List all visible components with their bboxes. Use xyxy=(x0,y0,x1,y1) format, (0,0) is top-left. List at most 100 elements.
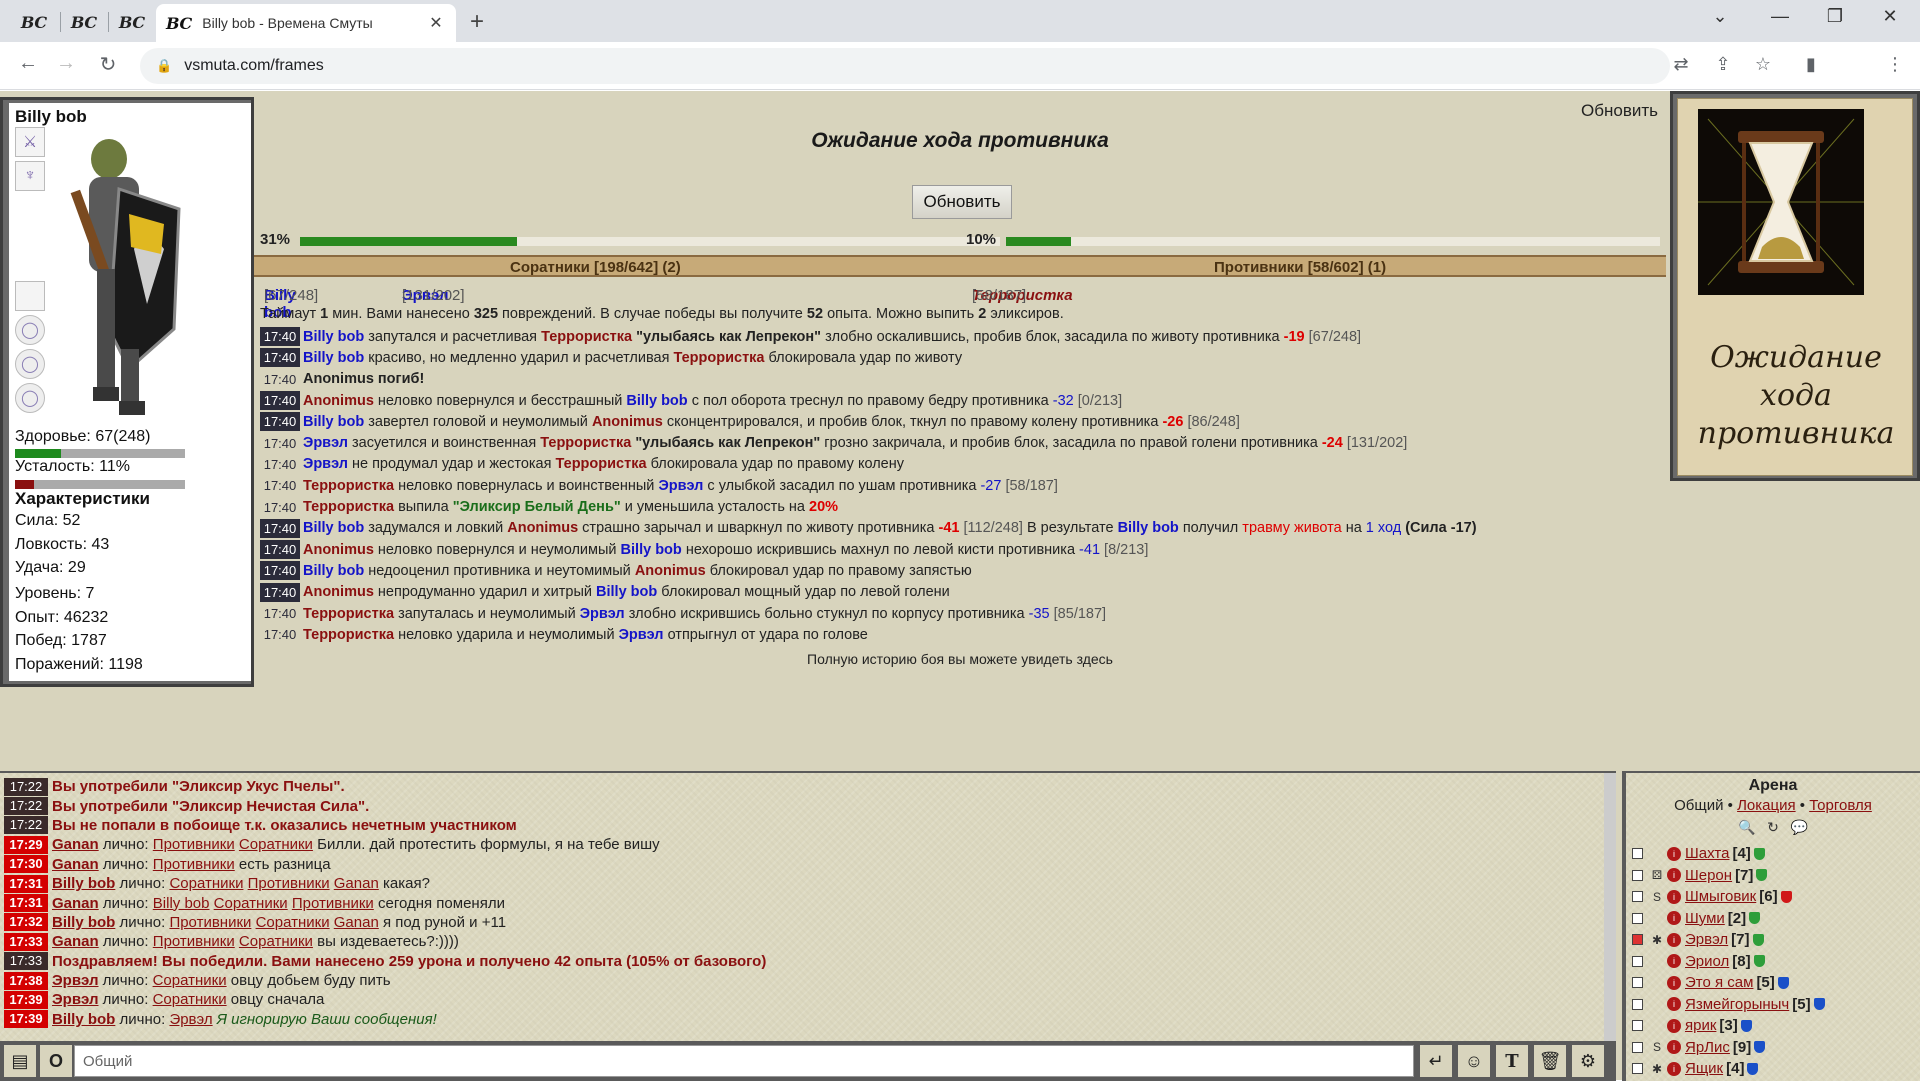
bookmark-star-icon[interactable]: ☆ xyxy=(1750,54,1776,75)
player-link[interactable]: Эрвэл xyxy=(52,991,99,1008)
player-name[interactable]: Шуми xyxy=(1685,910,1725,927)
chat-timestamp[interactable]: 17:33 xyxy=(4,952,48,971)
player-link[interactable]: Противники xyxy=(153,933,235,950)
chat-timestamp[interactable]: 17:31 xyxy=(4,894,48,913)
minimize-icon[interactable]: — xyxy=(1760,6,1800,27)
player-link[interactable]: Соратники xyxy=(214,895,288,912)
player-link[interactable]: Противники xyxy=(169,914,251,931)
player-link[interactable]: Эрвэл xyxy=(52,972,99,989)
helmet-slot-icon[interactable]: ⚔ xyxy=(15,127,45,157)
pinned-tab-1[interactable]: ВС xyxy=(12,6,56,38)
back-icon[interactable]: ← xyxy=(14,52,42,75)
ring-icon[interactable]: ◯ xyxy=(15,349,45,379)
sidebar-icon[interactable]: ▮ xyxy=(1798,54,1824,75)
new-tab-icon[interactable]: + xyxy=(470,8,484,36)
player-checkbox[interactable] xyxy=(1632,1063,1643,1075)
player-link[interactable]: Billy bob xyxy=(303,563,364,579)
tab-general[interactable]: Общий xyxy=(1674,797,1723,814)
player-link[interactable]: Соратники xyxy=(153,991,227,1008)
ring-icon[interactable]: ◯ xyxy=(15,315,45,345)
pinned-tab-2[interactable]: ВС xyxy=(62,6,106,38)
info-icon[interactable]: i xyxy=(1667,997,1681,1012)
player-name[interactable]: Эриол xyxy=(1685,953,1729,970)
pinned-tab-3[interactable]: ВС xyxy=(110,6,154,38)
chat-timestamp[interactable]: 17:32 xyxy=(4,913,48,932)
chat-timestamp[interactable]: 17:22 xyxy=(4,777,48,796)
character-name[interactable]: Billy bob xyxy=(15,107,245,127)
player-link[interactable]: Эрвэл xyxy=(303,456,348,472)
active-tab[interactable]: ВС Billy bob - Времена Смуты ✕ xyxy=(156,4,456,42)
player-link[interactable]: Террористка xyxy=(673,350,764,366)
search-icon[interactable]: 🔍 xyxy=(1738,819,1755,835)
player-link[interactable]: Соратники xyxy=(239,836,313,853)
info-icon[interactable]: i xyxy=(1667,1040,1681,1055)
chat-timestamp[interactable]: 17:39 xyxy=(4,1010,48,1029)
player-checkbox[interactable] xyxy=(1632,912,1643,924)
info-icon[interactable]: i xyxy=(1667,954,1681,969)
tab-trade[interactable]: Торговля xyxy=(1809,797,1872,814)
tab-location[interactable]: Локация xyxy=(1737,797,1796,814)
player-link[interactable]: Противники xyxy=(153,836,235,853)
player-link[interactable]: Соратники xyxy=(256,914,330,931)
info-icon[interactable]: i xyxy=(1667,889,1681,904)
channel-button[interactable]: O xyxy=(40,1045,72,1077)
player-link[interactable]: Ganan xyxy=(334,914,379,931)
text-format-icon[interactable]: T xyxy=(1496,1045,1528,1077)
player-link[interactable]: Billy bob xyxy=(52,1011,115,1028)
player-link[interactable]: Billy bob xyxy=(52,914,115,931)
player-link[interactable]: Ganan xyxy=(52,856,99,873)
chat-timestamp[interactable]: 17:22 xyxy=(4,816,48,835)
player-checkbox[interactable] xyxy=(1632,1020,1643,1032)
chat-input[interactable]: Общий xyxy=(74,1045,1414,1077)
reload-icon[interactable]: ↻ xyxy=(94,52,122,77)
settings-gear-icon[interactable]: ⚙ xyxy=(1572,1045,1604,1077)
player-checkbox[interactable] xyxy=(1632,934,1643,946)
player-link[interactable]: Эрвэл xyxy=(303,435,348,451)
player-link[interactable]: Billy bob xyxy=(52,875,115,892)
player-link[interactable]: Террористка xyxy=(556,456,647,472)
player-link[interactable]: Ganan xyxy=(52,836,99,853)
player-link[interactable]: Billy bob xyxy=(626,393,687,409)
smiley-icon[interactable]: ☺ xyxy=(1458,1045,1490,1077)
chat-scrollbar[interactable] xyxy=(1604,773,1616,1041)
chat-bubble-icon[interactable]: 💬 xyxy=(1791,819,1808,835)
info-icon[interactable]: i xyxy=(1667,846,1681,861)
share-icon[interactable]: ⇪ xyxy=(1710,54,1736,75)
player-link[interactable]: Anonimus xyxy=(507,520,578,536)
forward-icon[interactable]: → xyxy=(52,52,80,75)
player-link[interactable]: Соратники xyxy=(239,933,313,950)
chat-timestamp[interactable]: 17:38 xyxy=(4,971,48,990)
player-link[interactable]: Противники xyxy=(292,895,374,912)
chat-timestamp[interactable]: 17:29 xyxy=(4,835,48,854)
refresh-button[interactable]: Обновить xyxy=(912,185,1012,219)
player-link[interactable]: Террористка xyxy=(540,435,631,451)
menu-kebab-icon[interactable]: ⋮ xyxy=(1882,54,1908,75)
player-name[interactable]: ярик xyxy=(1685,1017,1716,1034)
player-name[interactable]: Эрвэл xyxy=(1685,931,1728,948)
player-link[interactable]: Террористка xyxy=(303,606,394,622)
player-link[interactable]: Ganan xyxy=(52,933,99,950)
player-link[interactable]: Соратники xyxy=(153,972,227,989)
player-checkbox[interactable] xyxy=(1632,891,1643,903)
player-checkbox[interactable] xyxy=(1632,977,1643,989)
player-link[interactable]: Противники xyxy=(153,856,235,873)
player-name[interactable]: Шерон xyxy=(1685,867,1732,884)
info-icon[interactable]: i xyxy=(1667,868,1681,883)
player-link[interactable]: Террористка xyxy=(303,499,394,515)
player-link[interactable]: Billy bob xyxy=(303,414,364,430)
player-name[interactable]: Это я сам xyxy=(1685,974,1753,991)
chat-timestamp[interactable]: 17:33 xyxy=(4,932,48,951)
player-link[interactable]: Billy bob xyxy=(303,329,364,345)
tab-search-icon[interactable]: ⌄ xyxy=(1700,6,1740,27)
info-icon[interactable]: i xyxy=(1667,1018,1681,1033)
restore-icon[interactable]: ❐ xyxy=(1815,6,1855,27)
player-name[interactable]: Шахта xyxy=(1685,845,1729,862)
clear-chat-icon[interactable]: 🗑 xyxy=(1534,1045,1566,1077)
player-link[interactable]: Anonimus xyxy=(635,563,706,579)
player-checkbox[interactable] xyxy=(1632,848,1643,860)
player-link[interactable]: Billy bob xyxy=(153,895,210,912)
player-link[interactable]: Billy bob xyxy=(596,584,657,600)
player-checkbox[interactable] xyxy=(1632,998,1643,1010)
player-name[interactable]: Шмыговик xyxy=(1685,888,1756,905)
player-name[interactable]: Язмейгорыныч xyxy=(1685,996,1789,1013)
